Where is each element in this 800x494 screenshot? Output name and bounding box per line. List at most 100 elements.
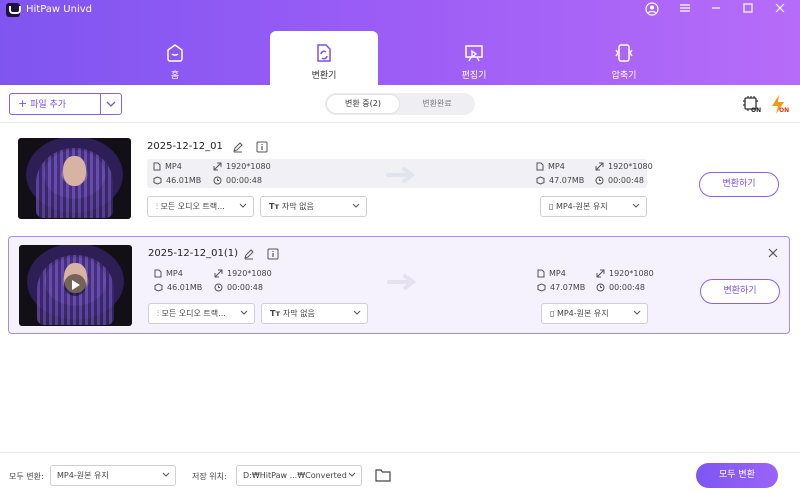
- convert-all-format-label: 모두 변환:: [9, 472, 44, 481]
- convert-button[interactable]: 변환하기: [699, 172, 779, 197]
- add-file-label: 파일 추가: [30, 100, 67, 110]
- footer-bar: 모두 변환: MP4-원본 유지 저장 위치: D:₩HitPaw ...₩Co…: [0, 452, 800, 494]
- subtitle-dropdown[interactable]: Tт 자막 없음: [260, 196, 367, 217]
- chevron-down-icon: [106, 101, 116, 107]
- hardware-acceleration-icon[interactable]: ON: [740, 94, 762, 116]
- file-icon: ▯: [550, 309, 557, 318]
- convert-button[interactable]: 변환하기: [700, 279, 780, 304]
- app-logo: [6, 3, 21, 17]
- resize-icon: [596, 269, 605, 278]
- info-icon[interactable]: [256, 141, 268, 153]
- menu-icon[interactable]: [677, 2, 693, 18]
- audio-track-dropdown[interactable]: ⫶ 모든 오디오 트랙...: [148, 303, 255, 324]
- text-icon: Tт: [269, 202, 282, 211]
- output-format-dropdown[interactable]: ▯ MP4-원본 유지: [541, 303, 648, 324]
- file-icon: [537, 269, 545, 278]
- chevron-down-icon: [162, 472, 170, 477]
- source-resolution: 1920*1080: [214, 269, 272, 278]
- source-format: MP4: [154, 269, 183, 278]
- tab-converting[interactable]: 변환 중(2): [327, 95, 399, 113]
- clock-icon: [595, 176, 604, 185]
- info-icon[interactable]: [267, 248, 279, 260]
- source-size: 46.01MB: [153, 176, 201, 185]
- account-icon[interactable]: [644, 2, 660, 18]
- chevron-down-icon: [240, 310, 248, 315]
- add-file-dropdown[interactable]: [100, 93, 122, 115]
- status-tabs: 변환 중(2) 변환완료: [325, 93, 475, 115]
- output-resolution: 1920*1080: [595, 162, 653, 171]
- add-file-button[interactable]: + 파일 추가: [9, 93, 101, 115]
- convert-all-button[interactable]: 모두 변환: [696, 463, 778, 488]
- output-duration: 00:00:48: [596, 283, 645, 292]
- video-thumbnail[interactable]: [19, 245, 132, 326]
- file-icon: [536, 162, 544, 171]
- source-duration: 00:00:48: [213, 176, 262, 185]
- resize-icon: [214, 269, 223, 278]
- compressor-icon: [615, 44, 633, 62]
- tab-home[interactable]: 홈: [121, 31, 229, 85]
- converter-icon: [317, 44, 331, 62]
- output-format-dropdown[interactable]: ▯ MP4-원본 유지: [540, 196, 647, 217]
- output-size: 47.07MB: [537, 283, 585, 292]
- box-icon: [536, 176, 545, 185]
- minimize-icon[interactable]: [708, 2, 724, 18]
- pencil-icon[interactable]: [232, 141, 244, 153]
- tab-converter[interactable]: 변환기: [270, 31, 378, 85]
- file-name: 2025-12-12_01(1): [148, 248, 239, 259]
- clock-icon: [214, 283, 223, 292]
- file-card-selected[interactable]: 2025-12-12_01(1) MP4 1920*1080 46.01MB 0…: [8, 236, 790, 334]
- chevron-down-icon: [352, 203, 360, 208]
- audio-track-dropdown[interactable]: ⫶ 모든 오디오 트랙...: [147, 196, 254, 217]
- tab-editor[interactable]: 편집기: [420, 31, 528, 85]
- chevron-down-icon: [353, 310, 361, 315]
- speed-boost-icon[interactable]: ON: [768, 94, 790, 116]
- clock-icon: [213, 176, 222, 185]
- tab-converter-label: 변환기: [311, 71, 337, 81]
- file-name: 2025-12-12_01: [147, 141, 223, 152]
- output-duration: 00:00:48: [595, 176, 644, 185]
- tab-converted[interactable]: 변환완료: [401, 95, 473, 113]
- source-duration: 00:00:48: [214, 283, 263, 292]
- folder-icon[interactable]: [375, 468, 391, 482]
- output-format: MP4: [536, 162, 565, 171]
- arrow-right-icon: [387, 274, 417, 290]
- clock-icon: [596, 283, 605, 292]
- speed-badge: ON: [779, 107, 790, 114]
- source-resolution: 1920*1080: [213, 162, 271, 171]
- chevron-down-icon: [633, 310, 641, 315]
- file-icon: [153, 162, 161, 171]
- app-title: HitPaw Univd: [26, 4, 92, 15]
- resize-icon: [595, 162, 604, 171]
- subtitle-dropdown[interactable]: Tт 자막 없음: [261, 303, 368, 324]
- hw-accel-badge: ON: [751, 107, 762, 114]
- close-window-icon[interactable]: [772, 2, 788, 18]
- box-icon: [153, 176, 162, 185]
- file-icon: ▯: [549, 202, 556, 211]
- thumbnail-face: [63, 156, 86, 186]
- editor-icon: [465, 45, 483, 62]
- output-format: MP4: [537, 269, 566, 278]
- resize-icon: [213, 162, 222, 171]
- pencil-icon[interactable]: [243, 248, 255, 260]
- file-icon: [154, 269, 162, 278]
- output-resolution: 1920*1080: [596, 269, 654, 278]
- video-thumbnail[interactable]: [18, 138, 131, 219]
- remove-file-icon[interactable]: [767, 247, 779, 259]
- chevron-down-icon: [239, 203, 247, 208]
- box-icon: [537, 283, 546, 292]
- output-size: 47.07MB: [536, 176, 584, 185]
- arrow-right-icon: [386, 167, 416, 183]
- play-icon[interactable]: [64, 274, 86, 296]
- tab-editor-label: 편집기: [461, 71, 487, 81]
- text-icon: Tт: [270, 309, 283, 318]
- tab-home-label: 홈: [170, 71, 180, 81]
- app-header: HitPaw Univd 홈 변환기 편집기 압축기: [0, 0, 800, 85]
- file-card[interactable]: 2025-12-12_01 MP4 1920*1080 46.01MB 00:0…: [8, 130, 790, 228]
- tab-compressor[interactable]: 압축기: [570, 31, 678, 85]
- source-size: 46.01MB: [154, 283, 202, 292]
- box-icon: [154, 283, 163, 292]
- convert-all-format-dropdown[interactable]: MP4-원본 유지: [50, 465, 176, 486]
- tab-compressor-label: 압축기: [611, 71, 637, 81]
- maximize-icon[interactable]: [740, 2, 756, 18]
- save-location-dropdown[interactable]: D:₩HitPaw ...₩Converted: [236, 465, 362, 486]
